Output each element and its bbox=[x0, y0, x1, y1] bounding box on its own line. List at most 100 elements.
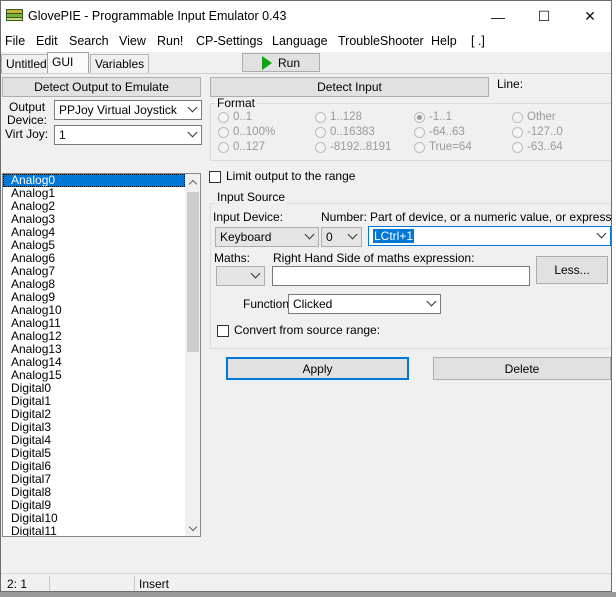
main-window: GlovePIE - Programmable Input Emulator 0… bbox=[0, 0, 612, 592]
format-option-label: 0..1 bbox=[233, 111, 253, 123]
close-button[interactable]: ✕ bbox=[567, 1, 611, 32]
format-option[interactable]: 0..127 bbox=[218, 141, 265, 153]
format-radio[interactable] bbox=[218, 141, 229, 153]
menu-edit[interactable]: Edit bbox=[36, 34, 58, 48]
menu-help[interactable]: Help bbox=[431, 34, 457, 48]
apply-button[interactable]: Apply bbox=[226, 357, 409, 380]
tab-untitled[interactable]: Untitled bbox=[1, 54, 52, 73]
format-radio[interactable] bbox=[512, 126, 523, 138]
detect-output-button[interactable]: Detect Output to Emulate bbox=[2, 77, 201, 97]
format-option[interactable]: -8192..8191 bbox=[315, 141, 391, 153]
format-radio[interactable] bbox=[218, 126, 229, 138]
number-select[interactable]: 0 bbox=[321, 227, 362, 247]
less-button[interactable]: Less... bbox=[536, 256, 608, 284]
input-device-label: Input Device: bbox=[213, 210, 284, 224]
virt-joy-select[interactable]: 1 bbox=[54, 125, 202, 145]
maximize-button[interactable]: ☐ bbox=[521, 1, 567, 32]
input-source-title: Input Source bbox=[215, 190, 288, 204]
chevron-down-icon bbox=[187, 127, 198, 138]
status-divider bbox=[134, 576, 135, 591]
list-scrollbar[interactable] bbox=[185, 174, 200, 536]
format-radio[interactable] bbox=[315, 126, 326, 138]
menu-file[interactable]: File bbox=[5, 34, 25, 48]
run-button[interactable]: Run bbox=[242, 53, 320, 72]
detect-input-button[interactable]: Detect Input bbox=[210, 77, 489, 97]
format-option-label: -8192..8191 bbox=[330, 141, 392, 153]
format-radio[interactable] bbox=[315, 141, 326, 153]
format-option[interactable]: True=64 bbox=[414, 141, 472, 153]
output-list[interactable]: Analog0 Analog1 Analog2 Analog3 Analog4 Analo… bbox=[2, 173, 201, 537]
format-radio[interactable] bbox=[414, 126, 425, 138]
menu-language[interactable]: Language bbox=[272, 34, 328, 48]
tab-gui[interactable]: GUI bbox=[47, 52, 89, 73]
input-device-select[interactable]: Keyboard bbox=[215, 227, 319, 247]
limit-range-option[interactable]: Limit output to the range bbox=[209, 170, 355, 183]
format-radio[interactable] bbox=[512, 141, 523, 153]
chevron-down-icon bbox=[250, 268, 261, 279]
format-option-label: 0..127 bbox=[233, 141, 265, 153]
delete-button[interactable]: Delete bbox=[433, 357, 611, 380]
format-option-label: 0..16383 bbox=[330, 126, 375, 138]
part-of-device-input[interactable]: LCtrl+1 bbox=[368, 226, 611, 246]
format-option[interactable]: 0..100% bbox=[218, 126, 275, 138]
taskbar-strip bbox=[0, 592, 616, 597]
number-value: 0 bbox=[326, 230, 333, 244]
detect-input-label: Detect Input bbox=[317, 80, 382, 94]
run-label: Run bbox=[277, 55, 300, 70]
limit-range-checkbox[interactable] bbox=[209, 170, 221, 183]
scroll-thumb[interactable] bbox=[187, 192, 199, 352]
format-option[interactable]: -63..64 bbox=[512, 141, 563, 153]
format-option-label: -1..1 bbox=[429, 111, 453, 123]
cursor-position: 2: 1 bbox=[7, 577, 28, 591]
format-option[interactable]: 1..128 bbox=[315, 111, 362, 123]
list-item[interactable]: Digital11 bbox=[3, 525, 185, 537]
format-option-label: Other bbox=[527, 111, 556, 123]
edit-mode: Insert bbox=[139, 577, 170, 591]
format-radio[interactable] bbox=[315, 111, 326, 123]
format-options: 0..1 1..128 -1..1 Other 0..100% 0..16383 -64..… bbox=[218, 111, 611, 159]
menu-cp-settings[interactable]: CP-Settings bbox=[196, 34, 263, 48]
minimize-icon: — bbox=[491, 8, 505, 25]
status-bar: 2: 1 Insert bbox=[1, 573, 611, 591]
close-icon: ✕ bbox=[584, 8, 596, 24]
part-of-device-value: LCtrl+1 bbox=[373, 229, 415, 243]
tab-variables[interactable]: Variables bbox=[90, 54, 150, 73]
output-device-label-2: Device: bbox=[7, 113, 48, 127]
format-option[interactable]: 0..1 bbox=[218, 111, 252, 123]
format-option[interactable]: -127..0 bbox=[512, 126, 563, 138]
chevron-down-icon bbox=[347, 229, 358, 240]
chevron-down-icon bbox=[187, 102, 198, 113]
format-radio[interactable] bbox=[414, 111, 425, 123]
format-radio[interactable] bbox=[218, 111, 229, 123]
maths-select[interactable] bbox=[216, 266, 265, 286]
detect-output-label: Detect Output to Emulate bbox=[34, 80, 169, 94]
less-label: Less... bbox=[554, 263, 590, 277]
rhs-input[interactable] bbox=[272, 266, 530, 286]
convert-range-option[interactable]: Convert from source range: bbox=[217, 324, 380, 337]
menu-bracket[interactable]: [ .] bbox=[471, 34, 485, 48]
format-radio[interactable] bbox=[414, 141, 425, 153]
menu-troubleshooter[interactable]: TroubleShooter bbox=[338, 34, 424, 48]
format-option[interactable]: -64..63 bbox=[414, 126, 465, 138]
format-option-label: 0..100% bbox=[233, 126, 276, 138]
apply-label: Apply bbox=[302, 361, 333, 376]
format-option[interactable]: Other bbox=[512, 111, 556, 123]
menu-view[interactable]: View bbox=[119, 34, 146, 48]
scroll-up-button[interactable] bbox=[185, 174, 200, 190]
rhs-label: Right Hand Side of maths expression: bbox=[273, 251, 475, 265]
output-device-select[interactable]: PPJoy Virtual Joystick bbox=[54, 100, 202, 120]
line-label: Line: bbox=[497, 77, 524, 91]
format-radio[interactable] bbox=[512, 111, 523, 123]
convert-range-checkbox[interactable] bbox=[217, 324, 229, 337]
menu-run[interactable]: Run! bbox=[157, 34, 183, 48]
minimize-button[interactable]: — bbox=[475, 1, 521, 32]
format-option[interactable]: 0..16383 bbox=[315, 126, 375, 138]
function-value: Clicked bbox=[293, 297, 333, 311]
menu-search[interactable]: Search bbox=[69, 34, 109, 48]
format-option[interactable]: -1..1 bbox=[414, 111, 452, 123]
function-select[interactable]: Clicked bbox=[288, 294, 441, 314]
delete-label: Delete bbox=[504, 361, 540, 376]
format-option-label: -64..63 bbox=[429, 126, 465, 138]
function-label: Function: bbox=[243, 297, 293, 311]
scroll-down-button[interactable] bbox=[185, 520, 200, 536]
